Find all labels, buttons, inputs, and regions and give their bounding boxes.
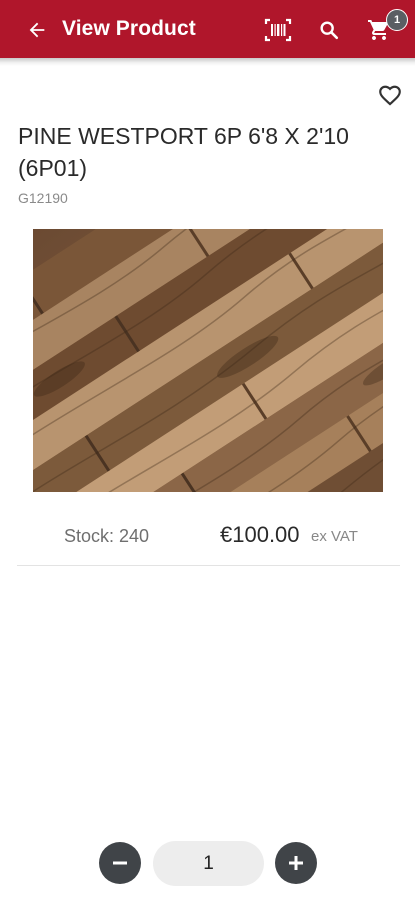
search-icon	[320, 21, 339, 40]
barcode-icon	[264, 18, 292, 42]
top-app-bar: View Product 1	[0, 0, 415, 58]
barcode-scan-button[interactable]	[262, 14, 294, 46]
product-image	[33, 229, 383, 492]
wood-plank-flooring-image	[33, 229, 383, 492]
page-title: View Product	[62, 17, 196, 40]
back-button[interactable]	[22, 15, 52, 45]
price-value: €100.00	[220, 522, 300, 547]
stock-label: Stock: 240	[64, 526, 150, 546]
product-code: G12190	[18, 190, 68, 206]
decrease-quantity-button[interactable]	[99, 842, 141, 884]
minus-icon	[113, 861, 127, 865]
increase-quantity-button[interactable]	[275, 842, 317, 884]
view-product-screen: View Product 1 PINE WESTPORT 6P 6'8 X 2'…	[0, 0, 415, 900]
cart-count-badge: 1	[386, 9, 408, 31]
divider	[17, 565, 400, 566]
plus-icon	[289, 856, 303, 870]
heart-outline-icon	[379, 85, 401, 106]
back-arrow-icon	[29, 22, 45, 38]
quantity-input[interactable]	[153, 841, 264, 886]
favorite-button[interactable]	[376, 80, 404, 108]
app-bar-shadow	[0, 58, 415, 66]
product-title: PINE WESTPORT 6P 6'8 X 2'10 (6P01)	[18, 123, 349, 181]
search-button[interactable]	[313, 14, 345, 46]
vat-label: ex VAT	[311, 528, 358, 545]
